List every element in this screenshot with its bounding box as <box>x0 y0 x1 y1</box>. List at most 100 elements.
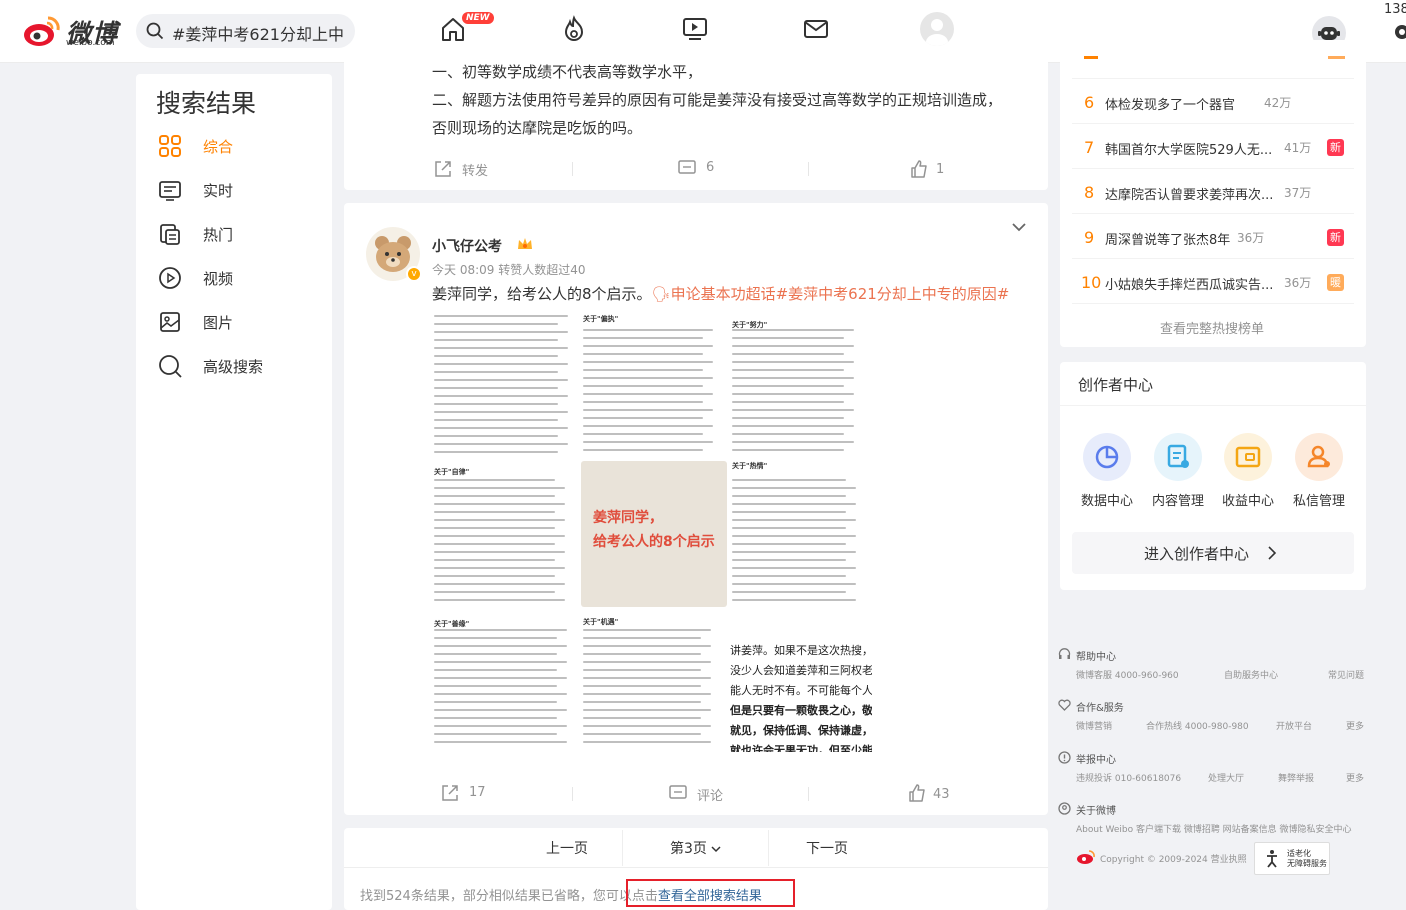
repost-button[interactable]: 转发 <box>462 160 488 179</box>
weibo-logo[interactable]: 微博 weibo.com <box>22 12 122 50</box>
sidebar-item-video[interactable]: 视频 <box>158 266 328 294</box>
hot-flame-icon[interactable] <box>559 14 589 44</box>
data-center-button[interactable]: 数据中心 <box>1076 433 1138 509</box>
search-box[interactable]: #姜萍中考621分却上中 <box>136 14 355 48</box>
sidebar-item-advanced-search[interactable]: 高级搜索 <box>158 354 328 382</box>
footer-link[interactable]: 舞弊举报 <box>1278 771 1314 784</box>
next-page-button[interactable]: 下一页 <box>806 838 848 858</box>
hot-title[interactable]: 体检发现多了一个器官 <box>1105 94 1235 113</box>
footer-links-row[interactable]: About Weibo 客户端下载 微博招聘 网站备案信息 微博隐私安全中心 <box>1076 822 1352 835</box>
prev-page-button[interactable]: 上一页 <box>546 838 588 858</box>
footer-link[interactable]: 开放平台 <box>1276 719 1312 732</box>
hot-title[interactable]: 小姑娘失手摔烂西瓜诚实告... <box>1105 274 1273 293</box>
post-image-tile[interactable]: 关于"机遇" <box>581 611 727 752</box>
image-text-line <box>434 347 569 349</box>
footer-link[interactable]: 自助服务中心 <box>1224 668 1278 681</box>
image-text-line <box>732 425 855 427</box>
comment-icon[interactable] <box>677 158 697 178</box>
hot-search-item[interactable]: 9 周深曾说等了张杰8年 36万 新 <box>1084 226 1354 250</box>
hot-rank: 10 <box>1081 273 1102 292</box>
post-image-tile[interactable]: 讲姜萍。如果不是这次热搜，很少 没少人会知道姜萍和三阿权老师， 能人无时不有。不… <box>730 611 872 752</box>
image-text-line <box>732 385 845 387</box>
post-text: 姜萍同学，给考公人的8个启示。🗣申论基本功超话#姜萍中考621分却上中专的原因# <box>432 283 1009 304</box>
cooperation-title[interactable]: 合作&服务 <box>1076 699 1124 714</box>
search-input[interactable]: #姜萍中考621分却上中 <box>172 21 352 45</box>
topic-tag-link[interactable]: 🗣申论基本功超话#姜萍中考621分却上中专的原因# <box>652 285 1010 303</box>
footer-link[interactable]: 微博客服 4000-960-960 <box>1076 668 1179 681</box>
comment-button[interactable]: 评论 <box>697 785 723 804</box>
hot-search-item[interactable]: 7 韩国首尔大学医院529人无... 41万 新 <box>1084 136 1354 160</box>
content-management-button[interactable]: 内容管理 <box>1147 433 1209 509</box>
image-text-line <box>583 337 703 339</box>
post-image-tile[interactable]: 关于"自律" <box>432 461 578 607</box>
comment-count[interactable]: 6 <box>706 160 714 175</box>
help-center-title[interactable]: 帮助中心 <box>1076 648 1116 663</box>
author-name[interactable]: 小飞仔公考 <box>432 236 502 256</box>
post-image-tile[interactable] <box>432 311 578 457</box>
like-count[interactable]: 43 <box>933 787 950 802</box>
user-avatar[interactable] <box>920 12 954 46</box>
report-center-title[interactable]: 举报中心 <box>1076 751 1116 766</box>
image-text-line <box>732 511 846 513</box>
accessibility-service-button[interactable]: 适老化 无障碍服务 <box>1254 842 1330 875</box>
hot-search-item[interactable]: 6 体检发现多了一个器官 42万 <box>1084 91 1354 115</box>
image-text-line <box>732 567 856 569</box>
comment-icon[interactable] <box>668 783 688 803</box>
footer-link[interactable]: 处理大厅 <box>1208 771 1244 784</box>
image-text-line <box>583 677 712 679</box>
search-icon[interactable] <box>146 22 164 40</box>
image-text-line <box>732 417 845 419</box>
repost-count[interactable]: 17 <box>469 785 486 800</box>
content-management-icon <box>1154 433 1202 481</box>
footer-link[interactable]: 常见问题 <box>1328 668 1364 681</box>
settings-gear-icon[interactable] <box>1390 18 1406 46</box>
repost-icon[interactable] <box>433 159 453 179</box>
view-full-hot-list-link[interactable]: 查看完整热搜榜单 <box>1160 318 1264 337</box>
message-icon[interactable] <box>801 14 831 44</box>
footer-link[interactable]: 更多 <box>1346 719 1364 732</box>
footer-link[interactable]: 微博营销 <box>1076 719 1112 732</box>
video-icon[interactable] <box>680 14 710 44</box>
sidebar-item-hot[interactable]: 热门 <box>158 222 328 250</box>
copyright[interactable]: Copyright © 2009-2024 营业执照 <box>1100 852 1247 865</box>
chevron-down-icon[interactable] <box>1010 220 1028 234</box>
like-icon[interactable] <box>907 783 927 803</box>
footer-link[interactable]: 违规投诉 010-60618076 <box>1076 771 1181 784</box>
post-image-tile[interactable]: 关于"偏执" <box>581 311 727 457</box>
tile-heading: 关于"自律" <box>434 468 470 476</box>
like-count[interactable]: 1 <box>936 162 944 177</box>
image-text-line <box>583 385 703 387</box>
sidebar-item-realtime[interactable]: 实时 <box>158 178 328 206</box>
post-image-tile[interactable]: 关于"热情" <box>730 461 872 607</box>
footer-link[interactable]: 合作热线 4000-980-980 <box>1146 719 1249 732</box>
hot-search-item[interactable]: 10 小姑娘失手摔烂西瓜诚实告... 36万 暖 <box>1081 271 1354 295</box>
new-badge: 新 <box>1327 139 1344 156</box>
repost-icon[interactable] <box>440 783 460 803</box>
post-cover-image[interactable]: 姜萍同学， 给考公人的8个启示 <box>581 461 727 607</box>
image-text-line <box>732 543 846 545</box>
image-text-line <box>434 677 567 679</box>
private-message-management-button[interactable]: 私信管理 <box>1288 433 1350 509</box>
hot-rank: 9 <box>1084 228 1095 247</box>
about-weibo-title[interactable]: 关于微博 <box>1076 802 1116 817</box>
hot-search-item[interactable]: 8 达摩院否认曾要求姜萍再次... 37万 <box>1084 181 1354 205</box>
hot-title[interactable]: 韩国首尔大学医院529人无... <box>1105 139 1272 158</box>
image-text-line <box>732 377 855 379</box>
post-text-line: 二、解题方法使用符号差异的原因有可能是姜萍没有接受过高等数学的正规培训造成， <box>432 91 1003 109</box>
hot-title[interactable]: 周深曾说等了张杰8年 <box>1105 229 1230 248</box>
like-icon[interactable] <box>909 159 929 179</box>
cover-title-line: 给考公人的8个启示 <box>593 534 715 550</box>
post-image-tile[interactable]: 关于"努力" <box>730 311 872 457</box>
footer-link[interactable]: 更多 <box>1346 771 1364 784</box>
image-text-line <box>434 323 559 325</box>
sidebar-item-comprehensive[interactable]: 综合 <box>158 134 328 162</box>
page-select[interactable]: 第3页 <box>670 838 721 858</box>
image-text-line <box>732 495 846 497</box>
revenue-center-button[interactable]: 收益中心 <box>1217 433 1279 509</box>
image-text-line <box>732 449 845 451</box>
hot-title[interactable]: 达摩院否认曾要求姜萍再次... <box>1105 184 1273 203</box>
enter-creator-center-button[interactable]: 进入创作者中心 <box>1072 532 1354 574</box>
image-text-line <box>732 441 855 443</box>
sidebar-item-image[interactable]: 图片 <box>158 310 328 338</box>
post-image-tile[interactable]: 关于"善缘" <box>432 611 578 752</box>
